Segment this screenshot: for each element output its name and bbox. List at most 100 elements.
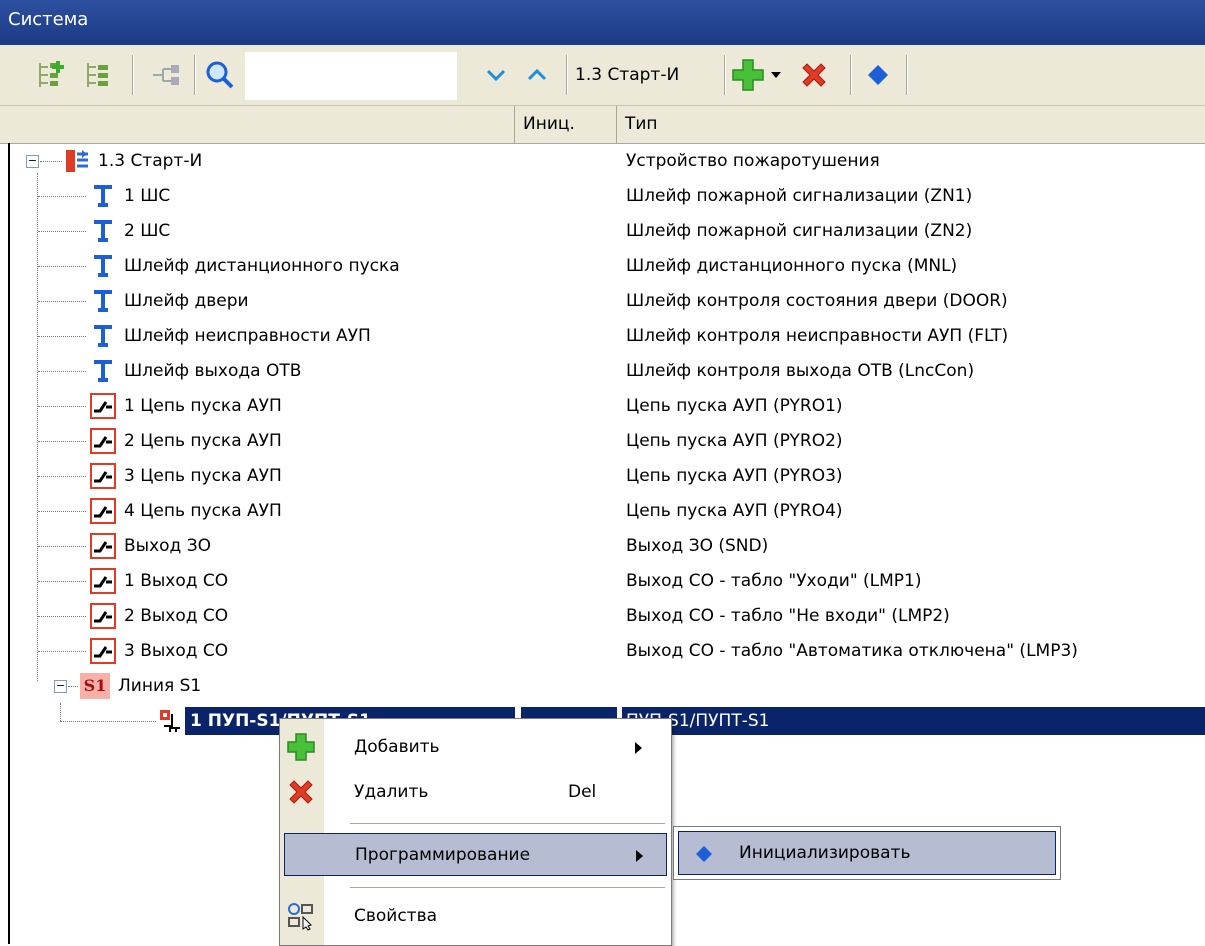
relay-output-icon (90, 638, 116, 664)
tree-item-type: Шлейф пожарной сигнализации (ZN1) (626, 186, 973, 206)
delete-icon (289, 780, 313, 804)
delete-icon[interactable] (793, 55, 835, 95)
tree-item-label: 4 Цепь пуска АУП (124, 501, 282, 521)
tree-row[interactable]: Шлейф неисправности АУП Шлейф контроля н… (0, 318, 1205, 354)
menu-item-label: Инициализировать (739, 843, 911, 863)
menu-item-delete[interactable]: Удалить Del (280, 771, 671, 814)
initialize-icon[interactable] (860, 55, 896, 95)
tree-item-type: Цепь пуска АУП (PYRO4) (626, 501, 843, 521)
tree-item-label: Шлейф двери (124, 291, 249, 311)
tree-row[interactable]: 2 Цепь пуска АУП Цепь пуска АУП (PYRO2) (0, 423, 1205, 459)
menu-item-label: Свойства (354, 906, 438, 926)
menu-item-shortcut: Del (568, 782, 597, 802)
line-badge: S1 (80, 673, 110, 699)
tree-item-type: Шлейф контроля неисправности АУП (FLT) (626, 326, 1009, 346)
tree-guide (38, 196, 86, 198)
tree-row[interactable]: 3 Выход СО Выход СО - табло "Автоматика … (0, 633, 1205, 669)
tree-item-type: Шлейф контроля состояния двери (DOOR) (626, 291, 1008, 311)
tree-view-icon[interactable] (78, 55, 118, 95)
tree-guide (38, 476, 86, 478)
context-menu: Добавить Удалить Del Программирование Св… (279, 718, 672, 946)
fire-device-icon (66, 150, 88, 172)
tree-guide (60, 703, 62, 721)
column-init[interactable]: Иниц. (515, 106, 617, 143)
tree-row[interactable]: 2 Выход СО Выход СО - табло "Не входи" (… (0, 598, 1205, 634)
tree-item-type: Шлейф пожарной сигнализации (ZN2) (626, 221, 973, 241)
properties-icon (288, 903, 313, 931)
tree-row-root[interactable]: − 1.3 Старт-И Устройство пожаротушения (0, 143, 1205, 179)
relay-output-icon (90, 603, 116, 629)
hierarchy-icon[interactable] (145, 55, 185, 95)
tree-row-line[interactable]: − S1 Линия S1 (0, 668, 1205, 704)
toolbar-separator (906, 55, 908, 95)
menu-item-programming[interactable]: Программирование (284, 833, 667, 876)
tree-item-label: 1 Выход СО (124, 571, 229, 591)
tree-row[interactable]: 1 Цепь пуска АУП Цепь пуска АУП (PYRO1) (0, 388, 1205, 424)
tree-guide (40, 161, 62, 163)
add-child-icon[interactable] (30, 55, 70, 95)
tree-item-label: 3 Выход СО (124, 641, 229, 661)
tree-guide (68, 686, 78, 688)
tree-guide (38, 651, 86, 653)
tree-row[interactable]: 1 Выход СО Выход СО - табло "Уходи" (LMP… (0, 563, 1205, 599)
tree-guide (38, 371, 86, 373)
tree-guide (38, 581, 86, 583)
relay-output-icon (90, 498, 116, 524)
tree-row[interactable]: Шлейф дистанционного пуска Шлейф дистанц… (0, 248, 1205, 284)
tree-item-type: Выход СО - табло "Уходи" (LMP1) (626, 571, 922, 591)
add-icon[interactable] (730, 55, 788, 95)
menu-item-label: Удалить (354, 782, 429, 802)
relay-output-icon (90, 568, 116, 594)
tree-guide (38, 266, 86, 268)
arrow-up-icon[interactable] (519, 55, 555, 95)
tree-row[interactable]: Шлейф выхода ОТВ Шлейф контроля выхода О… (0, 353, 1205, 389)
menu-separator (350, 887, 665, 888)
column-type[interactable]: Тип (617, 106, 1205, 143)
tree-item-type: Выход СО - табло "Не входи" (LMP2) (626, 606, 950, 626)
collapse-icon[interactable]: − (54, 680, 67, 693)
toolbar: 1.3 Старт-И (0, 45, 1205, 106)
menu-item-properties[interactable]: Свойства (280, 895, 671, 938)
menu-item-add[interactable]: Добавить (280, 726, 671, 769)
tree-item-label: 1.3 Старт-И (98, 151, 203, 171)
tree-row[interactable]: 4 Цепь пуска АУП Цепь пуска АУП (PYRO4) (0, 493, 1205, 529)
tree-guide (38, 231, 86, 233)
tree-guide (38, 616, 86, 618)
tree-guide (38, 336, 86, 338)
tree-guide (38, 546, 86, 548)
tree-item-label: Выход ЗО (124, 536, 211, 556)
tree-row[interactable]: 2 ШС Шлейф пожарной сигнализации (ZN2) (0, 213, 1205, 249)
menu-item-initialize[interactable]: Инициализировать (678, 831, 1056, 875)
tree-row[interactable]: Выход ЗО Выход ЗО (SND) (0, 528, 1205, 564)
column-name[interactable] (0, 106, 515, 143)
submenu-arrow-icon (635, 742, 642, 754)
add-icon (287, 733, 315, 761)
tree-item-type: Цепь пуска АУП (PYRO1) (626, 396, 843, 416)
window-titlebar: Система (0, 0, 1205, 45)
current-device-label: 1.3 Старт-И (575, 65, 680, 85)
tree-item-label: 1 Цепь пуска АУП (124, 396, 282, 416)
toolbar-separator (566, 55, 568, 95)
loop-icon (94, 290, 112, 312)
tree-guide (38, 406, 86, 408)
search-icon[interactable] (200, 55, 240, 95)
tree-row[interactable]: Шлейф двери Шлейф контроля состояния две… (0, 283, 1205, 319)
tree-item-type: Шлейф контроля выхода ОТВ (LncCon) (626, 361, 975, 381)
device-module-icon (160, 710, 180, 732)
collapse-icon[interactable]: − (26, 155, 39, 168)
tree-item-label: 3 Цепь пуска АУП (124, 466, 282, 486)
tree-item-label: 2 Цепь пуска АУП (124, 431, 282, 451)
tree-row[interactable]: 3 Цепь пуска АУП Цепь пуска АУП (PYRO3) (0, 458, 1205, 494)
arrow-down-icon[interactable] (478, 55, 514, 95)
initialize-icon (696, 846, 712, 862)
search-input[interactable] (245, 52, 457, 100)
tree-item-label: 1 ШС (124, 186, 171, 206)
relay-output-icon (90, 393, 116, 419)
tree-guide (38, 301, 86, 303)
tree-row[interactable]: 1 ШС Шлейф пожарной сигнализации (ZN1) (0, 178, 1205, 214)
loop-icon (94, 325, 112, 347)
submenu-arrow-icon (636, 850, 643, 862)
toolbar-separator (132, 55, 134, 95)
loop-icon (94, 255, 112, 277)
toolbar-separator (724, 55, 726, 95)
